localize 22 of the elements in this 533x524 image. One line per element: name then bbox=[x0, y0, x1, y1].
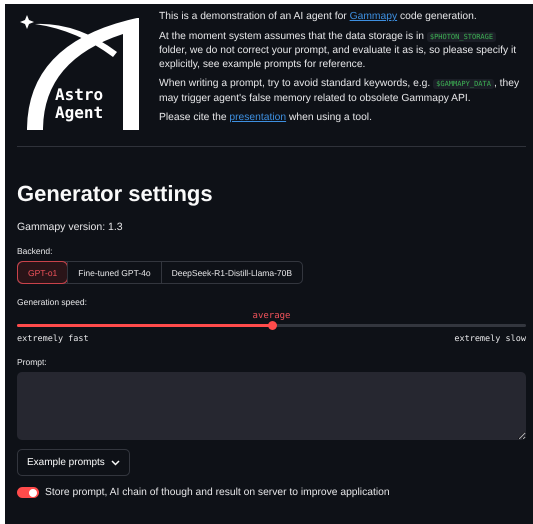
slider-max-label: extremely slow bbox=[454, 334, 526, 344]
link[interactable]: Gammapy bbox=[350, 11, 398, 22]
example-prompts-button[interactable]: Example prompts bbox=[17, 449, 130, 476]
field-label: Prompt: bbox=[17, 357, 48, 367]
field-label: Generation speed: bbox=[17, 297, 88, 307]
prompt-input[interactable] bbox=[17, 372, 526, 440]
section-heading: Generator settings bbox=[17, 181, 214, 207]
intro-paragraph: This is a demonstration of an AI agent for Gammapy code generation. bbox=[159, 10, 478, 24]
slider-min-label: extremely fast bbox=[17, 334, 89, 344]
backend-option[interactable]: GPT-o1 bbox=[18, 262, 68, 283]
toggle-label: Store prompt, AI chain of though and result on server to improve application bbox=[45, 487, 390, 498]
version-text: Gammapy version: 1.3 bbox=[17, 221, 124, 233]
field-label: Backend: bbox=[17, 246, 54, 256]
chevron-down-icon bbox=[110, 460, 120, 466]
backend-option[interactable]: Fine-tuned GPT-4o bbox=[67, 262, 161, 283]
backend-option[interactable]: DeepSeek-R1-Distill-Llama-70B bbox=[160, 262, 302, 283]
intro-paragraph: Please cite the presentation when using a tool. bbox=[159, 111, 373, 124]
slider-thumb[interactable] bbox=[268, 321, 276, 330]
slider-value: average bbox=[252, 311, 290, 321]
slider-track[interactable] bbox=[17, 324, 526, 327]
link[interactable]: presentation bbox=[229, 112, 286, 123]
toggle-switch[interactable] bbox=[17, 487, 39, 498]
